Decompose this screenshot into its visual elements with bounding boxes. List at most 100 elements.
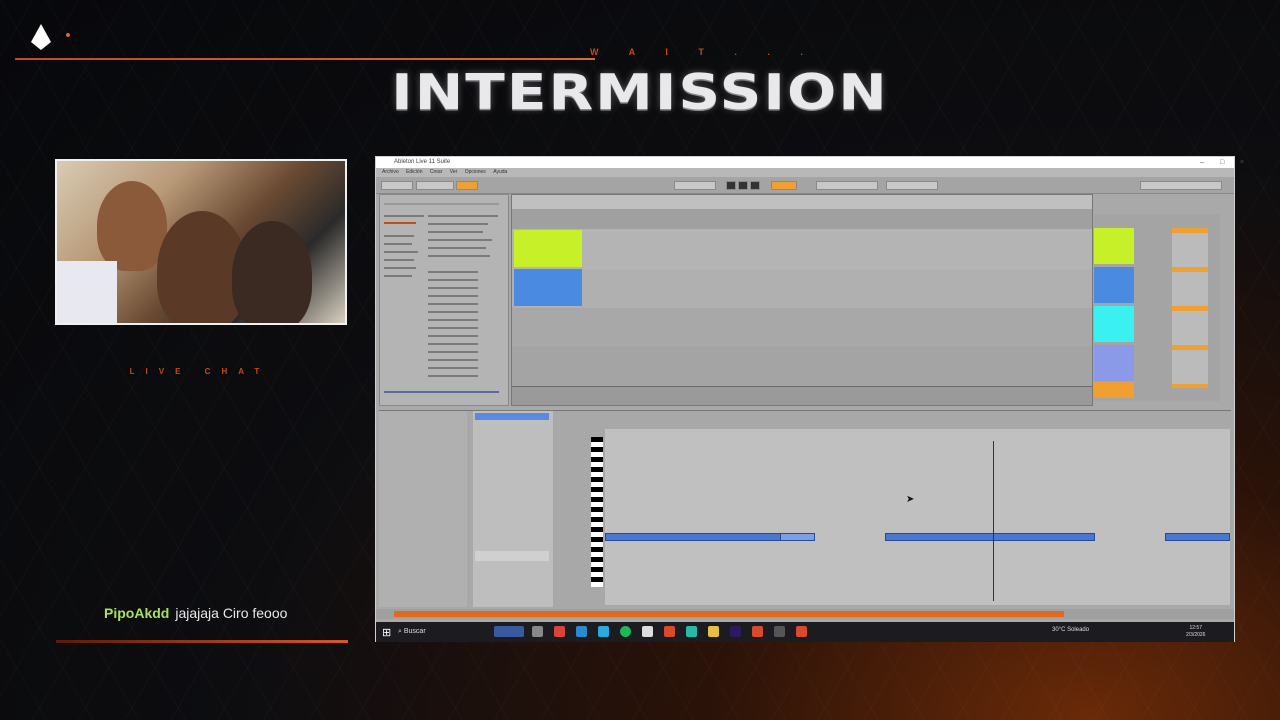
chat-text: jajajaja Ciro feooo (175, 605, 288, 621)
browser-item[interactable] (384, 243, 412, 245)
browser-item[interactable] (384, 275, 412, 277)
spotify-icon[interactable] (620, 626, 631, 637)
time-signature[interactable] (416, 181, 454, 190)
clock-time: 12:57 (1189, 625, 1202, 631)
ableton-window: Ableton Live 11 Suite – □ × Archivo Edic… (375, 156, 1244, 642)
track-controls[interactable] (1172, 228, 1208, 388)
track-header-purple[interactable] (1094, 345, 1134, 381)
store-icon[interactable] (598, 626, 609, 637)
system-clock[interactable]: 12:57 2/3/2026 (1186, 625, 1205, 639)
browser-file[interactable] (428, 279, 478, 281)
menu-help[interactable]: Ayuda (493, 169, 507, 175)
metronome-button[interactable] (456, 181, 478, 190)
loop-button[interactable] (771, 181, 797, 190)
browser-file[interactable] (428, 343, 478, 345)
app-icon[interactable] (686, 626, 697, 637)
chat-username: PipoAkdd (104, 605, 170, 621)
record-button[interactable] (750, 181, 760, 190)
edge-icon[interactable] (576, 626, 587, 637)
person-3 (232, 221, 312, 323)
explorer-icon[interactable] (708, 626, 719, 637)
premiere-icon[interactable] (730, 626, 741, 637)
midi-note-selected[interactable] (780, 533, 815, 541)
menu-create[interactable]: Crear (430, 169, 443, 175)
track-lane[interactable] (512, 269, 1092, 309)
browser-item[interactable] (384, 267, 416, 269)
news-widget-icon[interactable] (494, 626, 524, 637)
track-lane[interactable] (512, 308, 1092, 348)
status-bar (376, 609, 1234, 619)
browser-file[interactable] (428, 271, 478, 273)
play-button[interactable] (726, 181, 736, 190)
webcam-feed (55, 159, 347, 325)
track-header-blue[interactable] (1094, 267, 1134, 303)
track-header-yellow[interactable] (1094, 228, 1134, 264)
menu-edit[interactable]: Edición (406, 169, 422, 175)
menu-bar: Archivo Edición Crear Ver Opciones Ayuda (376, 168, 1234, 177)
browser-search[interactable] (384, 203, 499, 205)
browser-file[interactable] (428, 351, 478, 353)
browser-file[interactable] (428, 319, 478, 321)
chrome-icon[interactable] (752, 626, 763, 637)
track-lane[interactable] (512, 347, 1092, 387)
chrome-icon[interactable] (554, 626, 565, 637)
browser-item[interactable] (384, 259, 414, 261)
browser-file[interactable] (428, 239, 492, 241)
browser-file[interactable] (428, 215, 498, 217)
menu-options[interactable]: Opciones (465, 169, 486, 175)
minimize-button[interactable]: – (1200, 157, 1204, 168)
audio-clip-yellow[interactable] (514, 230, 582, 267)
browser-item[interactable] (384, 235, 414, 237)
loop-start-field[interactable] (816, 181, 878, 190)
browser-item[interactable] (384, 222, 416, 224)
browser-preview[interactable] (384, 391, 499, 393)
midi-note[interactable] (1165, 533, 1230, 541)
browser-item[interactable] (384, 251, 418, 253)
weather-widget[interactable]: 30°C Soleado (1052, 627, 1089, 633)
maximize-button[interactable]: □ (1220, 157, 1224, 168)
task-view-icon[interactable] (532, 626, 543, 637)
menu-file[interactable]: Archivo (382, 169, 399, 175)
browser-file[interactable] (428, 223, 488, 225)
browser-file[interactable] (428, 327, 478, 329)
track-lane[interactable] (512, 229, 1092, 270)
midi-note-grid[interactable] (605, 429, 1230, 605)
browser-item[interactable] (384, 215, 424, 217)
stream-logo-icon (31, 24, 51, 50)
browser-file[interactable] (428, 247, 486, 249)
track-header-cyan[interactable] (1094, 306, 1134, 342)
piano-roll-keys[interactable] (591, 437, 603, 587)
browser-file[interactable] (428, 375, 478, 377)
browser-file[interactable] (428, 303, 478, 305)
loop-length-field[interactable] (886, 181, 938, 190)
browser-file[interactable] (428, 295, 478, 297)
midi-note[interactable] (885, 533, 1095, 541)
audio-clip-blue[interactable] (514, 269, 582, 306)
browser-file[interactable] (428, 311, 478, 313)
browser-file[interactable] (428, 367, 478, 369)
browser-file[interactable] (428, 231, 483, 233)
windows-logo-icon[interactable]: ⊞ (382, 626, 394, 639)
close-button[interactable]: × (1240, 157, 1244, 168)
track-lane[interactable] (512, 209, 1092, 230)
browser-file[interactable] (428, 287, 478, 289)
browser-file[interactable] (428, 335, 478, 337)
chrome-icon[interactable] (796, 626, 807, 637)
stop-button[interactable] (738, 181, 748, 190)
ableton-icon[interactable] (774, 626, 785, 637)
timeline-ruler[interactable] (512, 195, 1092, 209)
clip-transpose[interactable] (475, 551, 549, 561)
browser-panel (379, 194, 509, 406)
app-icon[interactable] (642, 626, 653, 637)
logo-dot (66, 33, 70, 37)
arrangement-position[interactable] (674, 181, 716, 190)
tempo-field[interactable] (381, 181, 413, 190)
clip-name[interactable] (475, 413, 549, 420)
return-tracks[interactable] (1094, 382, 1134, 398)
browser-file[interactable] (428, 359, 478, 361)
menu-view[interactable]: Ver (450, 169, 458, 175)
intermission-title: INTERMISSION (391, 63, 889, 121)
taskbar-search[interactable]: ⌕ Buscar (398, 625, 488, 639)
chrome-icon[interactable] (664, 626, 675, 637)
browser-file[interactable] (428, 255, 490, 257)
